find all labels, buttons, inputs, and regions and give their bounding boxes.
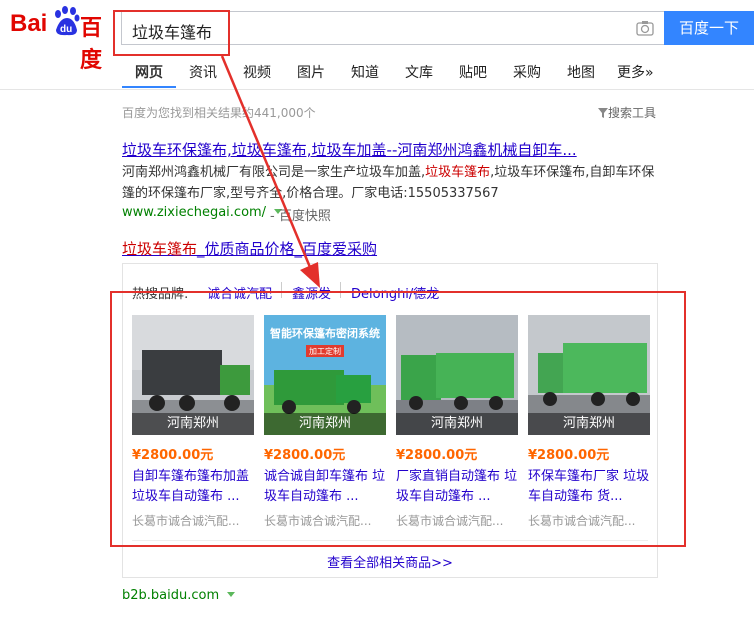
caigou-title-highlight: 垃圾车篷布 [122, 240, 198, 258]
caigou-url-text: b2b.baidu.com [122, 588, 220, 603]
search-tools-label: 搜索工具 [608, 106, 657, 120]
baidu-logo[interactable]: Bai du 百度 [10, 6, 118, 72]
products-highlight-box [110, 291, 686, 547]
camera-icon[interactable] [636, 20, 654, 36]
caigou-title-rest: _优质商品价格_百度爱采购 [197, 240, 378, 258]
logo-du-text: du [60, 24, 72, 35]
view-all-products-link[interactable]: 查看全部相关商品>> [122, 552, 658, 571]
logo-text: Bai [10, 10, 48, 37]
tab-zhidao[interactable]: 知道 [351, 62, 379, 82]
result-url[interactable]: www.zixiechegai.com/ [122, 205, 283, 220]
tab-web[interactable]: 网页 [135, 62, 163, 82]
caigou-title-link[interactable]: 垃圾车篷布_优质商品价格_百度爱采购 [122, 238, 377, 259]
nav-divider [0, 89, 754, 90]
result-url-text: www.zixiechegai.com/ [122, 205, 267, 220]
result-abstract: 河南郑州鸿鑫机械厂有限公司是一家生产垃圾车加盖,垃圾车篷布,垃圾车环保篷布,自卸… [122, 162, 662, 204]
active-tab-indicator [122, 86, 176, 88]
tab-map[interactable]: 地图 [567, 62, 595, 82]
search-tools-button[interactable]: 搜索工具 [598, 104, 656, 121]
abstract-highlight: 垃圾车篷布 [425, 165, 491, 180]
caigou-url[interactable]: b2b.baidu.com [122, 588, 236, 603]
tab-images[interactable]: 图片 [297, 62, 325, 82]
tab-more[interactable]: 更多» [617, 62, 654, 82]
result-title-link[interactable]: 垃圾车环保篷布,垃圾车篷布,垃圾车加盖--河南郑州鸿鑫机械自卸车... [122, 139, 577, 160]
abstract-text: 河南郑州鸿鑫机械厂有限公司是一家生产垃圾车加盖, [122, 165, 426, 180]
paw-icon: du [55, 6, 80, 36]
tab-news[interactable]: 资讯 [189, 62, 217, 82]
tab-tieba[interactable]: 贴吧 [459, 62, 487, 82]
tab-caigou[interactable]: 采购 [513, 62, 541, 82]
cache-link[interactable]: - 百度快照 [270, 205, 331, 224]
url-dropdown-icon[interactable] [227, 592, 236, 597]
search-button[interactable]: 百度一下 [664, 11, 754, 45]
result-count: 百度为您找到相关结果约441,000个 [122, 106, 316, 120]
search-highlight-box [113, 10, 230, 56]
tab-wenku[interactable]: 文库 [405, 62, 433, 82]
filter-icon [598, 108, 608, 118]
tab-video[interactable]: 视频 [243, 62, 271, 82]
